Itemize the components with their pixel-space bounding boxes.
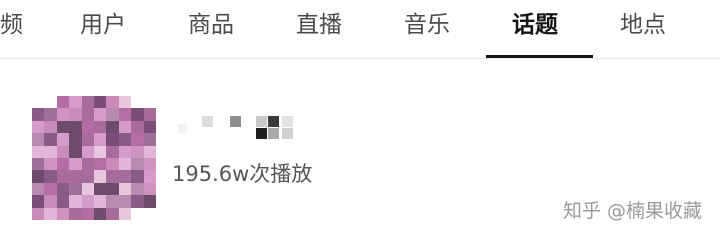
topic-thumbnail[interactable]	[32, 96, 156, 220]
search-tab-bar: 频 用户 商品 直播 音乐 话题 地点	[0, 0, 720, 58]
watermark-author: @楠果收藏	[606, 200, 702, 222]
tab-music[interactable]: 音乐	[404, 10, 450, 40]
tab-places[interactable]: 地点	[620, 10, 666, 40]
tab-live[interactable]: 直播	[296, 10, 342, 40]
watermark-brand: 知乎	[562, 200, 601, 222]
tab-divider	[0, 58, 720, 59]
tab-video[interactable]: 频	[0, 10, 23, 40]
topic-title-redacted[interactable]	[172, 112, 302, 142]
tab-users[interactable]: 用户	[80, 10, 126, 40]
tab-topics[interactable]: 话题	[512, 10, 558, 40]
tab-products[interactable]: 商品	[188, 10, 234, 40]
play-count: 195.6w次播放	[172, 162, 313, 186]
zhihu-watermark: 知乎 @楠果收藏	[563, 198, 702, 224]
